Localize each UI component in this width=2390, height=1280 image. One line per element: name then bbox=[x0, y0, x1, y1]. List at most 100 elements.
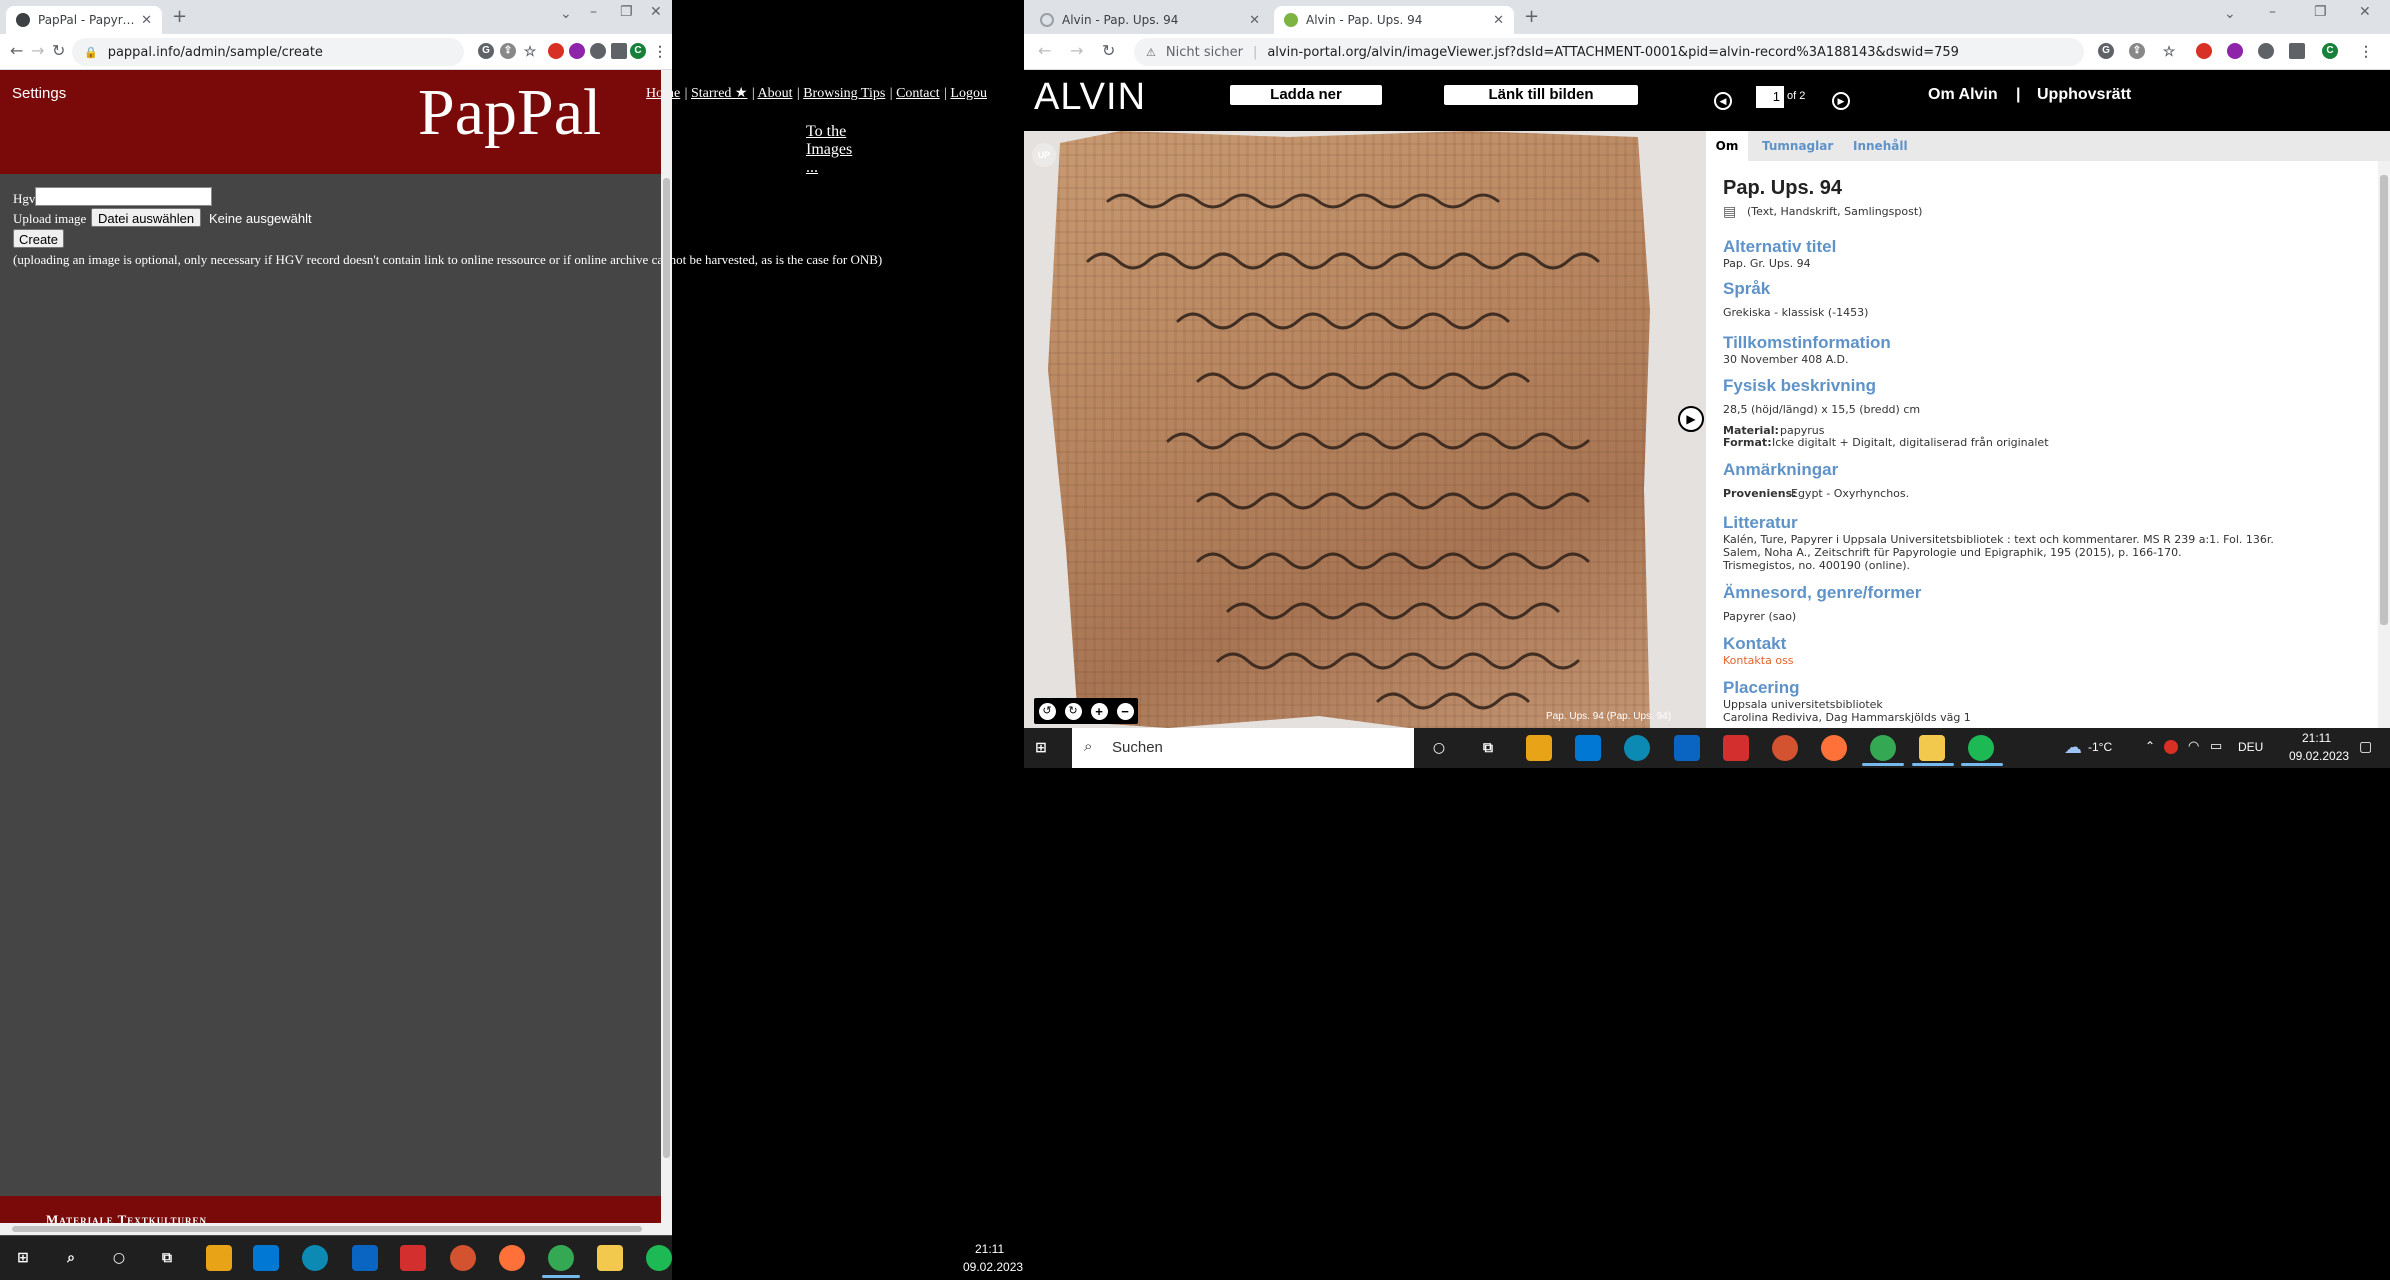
scrollbar-thumb[interactable] bbox=[663, 178, 670, 1158]
new-tab-icon[interactable]: + bbox=[1524, 6, 1539, 27]
store-icon[interactable] bbox=[253, 1245, 279, 1271]
zoom-out-icon[interactable]: − bbox=[1116, 702, 1134, 720]
mail-icon[interactable] bbox=[352, 1245, 378, 1271]
new-tab-icon[interactable]: + bbox=[172, 6, 187, 27]
nav-starred[interactable]: Starred ★ bbox=[691, 86, 747, 101]
minimize-icon[interactable]: – bbox=[2269, 4, 2276, 20]
right-address-bar[interactable]: ⚠ Nicht sicher | alvin-portal.org/alvin/… bbox=[1134, 38, 2084, 66]
reload-icon[interactable]: ↻ bbox=[52, 41, 65, 60]
tab-tumnaglar[interactable]: Tumnaglar bbox=[1762, 139, 1833, 153]
minimize-icon[interactable]: – bbox=[590, 4, 597, 20]
notification-icon[interactable]: ▢ bbox=[2359, 738, 2372, 755]
extension-purple-icon[interactable] bbox=[2227, 43, 2243, 59]
record-scrollbar-thumb[interactable] bbox=[2380, 175, 2388, 625]
tab-alvin-1[interactable]: Alvin - Pap. Ups. 94 ✕ bbox=[1030, 6, 1270, 34]
about-alvin-link[interactable]: Om Alvin bbox=[1928, 86, 1998, 104]
taskbar-search-box[interactable]: ⌕ Suchen bbox=[1072, 728, 1414, 768]
extensions-puzzle-icon[interactable] bbox=[590, 43, 606, 59]
battery-icon[interactable]: ▭ bbox=[2210, 738, 2222, 754]
taskbar-date[interactable]: 09.02.2023 bbox=[2289, 749, 2349, 763]
extension-red-icon[interactable] bbox=[2196, 43, 2212, 59]
image-viewer[interactable]: UP Pap. Ups. 94 (Pap. Ups. 94) ↺ ↻ + − bbox=[1024, 131, 1706, 728]
windows-start-icon[interactable]: ⊞ bbox=[1028, 735, 1054, 761]
powerpoint-icon[interactable] bbox=[1772, 735, 1798, 761]
close-icon[interactable]: ✕ bbox=[141, 13, 152, 28]
close-window-icon[interactable]: ✕ bbox=[650, 4, 662, 20]
taskbar-time[interactable]: 21:11 bbox=[2302, 731, 2331, 745]
back-icon[interactable]: ← bbox=[1038, 41, 1051, 60]
to-images-link[interactable]: To the Images ... bbox=[806, 123, 852, 177]
task-view-icon[interactable]: ⧉ bbox=[1475, 735, 1501, 761]
weather-temp[interactable]: -1°C bbox=[2088, 740, 2112, 754]
nav-about[interactable]: About bbox=[757, 86, 792, 101]
restore-icon[interactable]: ❐ bbox=[2314, 4, 2327, 20]
back-icon[interactable]: ← bbox=[10, 41, 23, 60]
tab-om[interactable]: Om bbox=[1706, 131, 1748, 161]
task-view-icon[interactable]: ⧉ bbox=[154, 1245, 180, 1271]
tab-search-icon[interactable]: ⌄ bbox=[2224, 6, 2236, 22]
reload-icon[interactable]: ↻ bbox=[1102, 41, 1115, 60]
vertical-scrollbar[interactable] bbox=[661, 174, 672, 1229]
pappal-logo[interactable]: PapPal bbox=[418, 75, 601, 151]
spotify-icon[interactable] bbox=[1968, 735, 1994, 761]
share-icon[interactable]: ⇪ bbox=[500, 43, 516, 59]
menu-kebab-icon[interactable]: ⋮ bbox=[652, 43, 668, 59]
zoom-in-icon[interactable]: + bbox=[1090, 702, 1108, 720]
contact-link[interactable]: Kontakta oss bbox=[1723, 654, 1794, 667]
download-button[interactable]: Ladda ner bbox=[1230, 85, 1382, 105]
acrobat-icon[interactable] bbox=[1723, 735, 1749, 761]
menu-kebab-icon[interactable]: ⋮ bbox=[2358, 43, 2374, 59]
cortana-icon[interactable]: ○ bbox=[106, 1245, 132, 1271]
nav-logout[interactable]: Logou bbox=[950, 86, 987, 101]
profile-avatar[interactable]: C bbox=[630, 43, 646, 59]
tray-app-icon[interactable] bbox=[2164, 740, 2178, 754]
spotify-icon[interactable] bbox=[646, 1245, 672, 1271]
nav-contact[interactable]: Contact bbox=[896, 86, 940, 101]
translate-icon[interactable]: G bbox=[478, 43, 494, 59]
store-icon[interactable] bbox=[1575, 735, 1601, 761]
extension-red-icon[interactable] bbox=[548, 43, 564, 59]
nav-browsing-tips[interactable]: Browsing Tips bbox=[803, 86, 885, 101]
bookmark-star-icon[interactable]: ☆ bbox=[2161, 43, 2177, 59]
side-panel-icon[interactable] bbox=[2289, 43, 2305, 59]
left-address-bar[interactable]: 🔒 pappal.info/admin/sample/create bbox=[72, 38, 464, 66]
horizontal-scrollbar[interactable] bbox=[0, 1223, 672, 1235]
cortana-icon[interactable]: ○ bbox=[1426, 735, 1452, 761]
alvin-page-next-icon[interactable]: ▶ bbox=[1832, 92, 1850, 110]
powerpoint-icon[interactable] bbox=[450, 1245, 476, 1271]
alvin-logo[interactable]: ALVIN bbox=[1034, 76, 1146, 119]
windows-start-icon[interactable]: ⊞ bbox=[10, 1245, 36, 1271]
close-icon[interactable]: ✕ bbox=[1493, 13, 1504, 28]
translate-icon[interactable]: G bbox=[2098, 43, 2114, 59]
papyrus-image[interactable] bbox=[1048, 131, 1650, 728]
network-icon[interactable]: ◠ bbox=[2188, 738, 2199, 754]
page-number-input[interactable]: 1 bbox=[1756, 86, 1784, 108]
profile-avatar[interactable]: C bbox=[2322, 43, 2338, 59]
tab-pappal[interactable]: PapPal - Papyrology | Paleograph ✕ bbox=[6, 6, 162, 34]
firefox-icon[interactable] bbox=[499, 1245, 525, 1271]
file-explorer-icon[interactable] bbox=[206, 1245, 232, 1271]
create-button[interactable]: Create bbox=[13, 229, 65, 248]
rotate-left-icon[interactable]: ↺ bbox=[1038, 702, 1056, 720]
tab-alvin-2[interactable]: Alvin - Pap. Ups. 94 ✕ bbox=[1274, 6, 1514, 34]
mail-icon[interactable] bbox=[1674, 735, 1700, 761]
edge-icon[interactable] bbox=[1624, 735, 1650, 761]
edge-icon[interactable] bbox=[302, 1245, 328, 1271]
hscroll-thumb[interactable] bbox=[12, 1226, 642, 1232]
acrobat-icon[interactable] bbox=[400, 1245, 426, 1271]
share-icon[interactable]: ⇪ bbox=[2129, 43, 2145, 59]
close-window-icon[interactable]: ✕ bbox=[2359, 4, 2371, 20]
forward-icon[interactable]: → bbox=[1070, 41, 1083, 60]
link-image-button[interactable]: Länk till bilden bbox=[1444, 85, 1638, 105]
chrome-icon[interactable] bbox=[1870, 735, 1896, 761]
language-indicator[interactable]: DEU bbox=[2238, 740, 2263, 754]
side-panel-icon[interactable] bbox=[611, 43, 627, 59]
extension-purple-icon[interactable] bbox=[569, 43, 585, 59]
explorer-yellow-icon[interactable] bbox=[1919, 735, 1945, 761]
rotate-right-icon[interactable]: ↻ bbox=[1064, 702, 1082, 720]
settings-link[interactable]: Settings bbox=[12, 85, 66, 102]
alvin-page-prev-icon[interactable]: ◀ bbox=[1714, 92, 1732, 110]
weather-icon[interactable]: ☁ bbox=[2064, 737, 2082, 758]
file-explorer-icon[interactable] bbox=[1526, 735, 1552, 761]
close-icon[interactable]: ✕ bbox=[1249, 13, 1260, 28]
